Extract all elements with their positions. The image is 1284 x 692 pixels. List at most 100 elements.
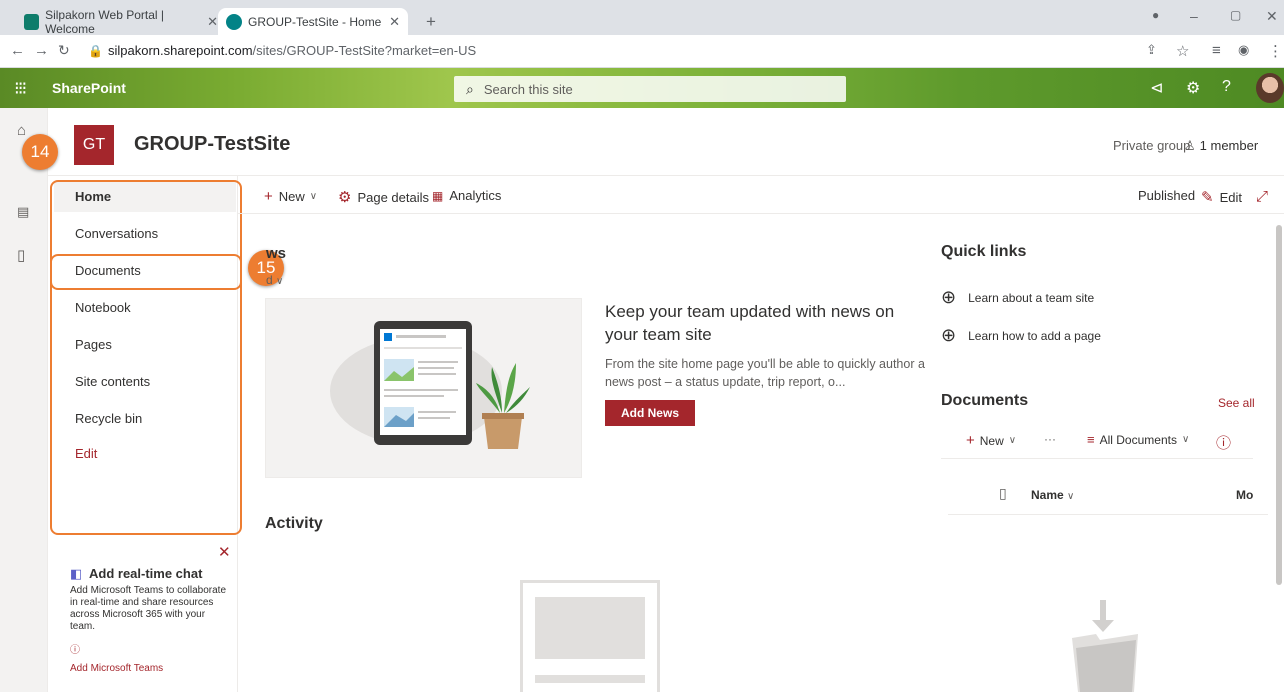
chevron-down-icon: ∨ <box>1181 434 1190 445</box>
news-sub-label: d <box>266 273 273 287</box>
reading-list-icon[interactable]: ≡ <box>1212 42 1221 59</box>
plus-icon: + <box>966 432 975 449</box>
browser-tab-portal[interactable]: Silpakorn Web Portal | Welcome ✕ <box>16 7 226 36</box>
members-button[interactable]: ♙ 1 member <box>1184 138 1258 154</box>
quick-link-team-site[interactable]: ⊕ Learn about a team site <box>941 287 1094 308</box>
profile-icon[interactable]: ● <box>1152 8 1159 22</box>
page-details-label: Page details <box>357 189 430 205</box>
url-path: /sites/GROUP-TestSite?market=en-US <box>252 43 477 58</box>
close-tab-icon[interactable]: ✕ <box>207 14 218 30</box>
view-label: All Documents <box>1099 432 1177 447</box>
scrollbar-thumb[interactable] <box>1276 225 1282 585</box>
url-field[interactable]: silpakorn.sharepoint.com/sites/GROUP-Tes… <box>108 43 476 58</box>
info-icon[interactable]: ⓘ <box>1216 432 1236 453</box>
site-title[interactable]: GROUP-TestSite <box>134 133 290 156</box>
help-icon[interactable]: ? <box>1222 78 1231 96</box>
megaphone-icon[interactable]: ⊲ <box>1150 78 1163 98</box>
teams-icon: ◧ <box>70 566 83 581</box>
back-icon[interactable]: ← <box>10 42 25 59</box>
close-window-icon[interactable]: ✕ <box>1266 8 1278 25</box>
highlight-box-nav <box>50 180 242 535</box>
news-description: From the site home page you'll be able t… <box>605 357 925 389</box>
bookmark-star-icon[interactable]: ☆ <box>1176 42 1189 60</box>
user-avatar[interactable] <box>1256 73 1284 103</box>
chevron-down-icon: ∨ <box>309 191 318 202</box>
forward-icon[interactable]: → <box>34 42 49 59</box>
suite-app-name[interactable]: SharePoint <box>52 80 126 96</box>
column-header-name[interactable]: Name ∨ <box>1031 488 1074 502</box>
docs-new-label: New <box>979 433 1004 448</box>
expand-icon[interactable]: ⤢ <box>1256 188 1274 205</box>
person-icon: ♙ <box>1184 138 1196 153</box>
search-icon: ⌕ <box>466 80 474 97</box>
url-host: silpakorn.sharepoint.com <box>108 43 253 58</box>
docs-new-button[interactable]: + New ∨ <box>966 432 1016 449</box>
view-selector[interactable]: ≡ All Documents ∨ <box>1087 432 1189 447</box>
chevron-down-icon: ∨ <box>276 276 284 287</box>
maximize-icon[interactable]: ▢ <box>1230 8 1241 22</box>
minimize-icon[interactable]: – <box>1190 8 1198 24</box>
search-input[interactable]: ⌕ Search this site <box>454 76 846 102</box>
chevron-down-icon: ∨ <box>1067 491 1075 502</box>
site-logo[interactable]: GT <box>74 125 114 165</box>
reload-icon[interactable]: ↻ <box>58 42 70 59</box>
more-options-button[interactable]: ··· <box>1044 432 1056 446</box>
portal-favicon-icon <box>24 13 40 30</box>
info-icon[interactable]: ⓘ <box>70 641 80 656</box>
docs-header-divider <box>948 514 1268 515</box>
globe-icon: ⊕ <box>941 325 957 345</box>
close-icon[interactable]: ✕ <box>218 543 231 561</box>
browser-tab-active[interactable]: GROUP-TestSite - Home ✕ <box>218 8 408 35</box>
quick-links-title: Quick links <box>941 243 1027 260</box>
gear-icon: ⚙ <box>338 189 352 206</box>
placeholder-bar <box>535 675 645 683</box>
empty-folder-illustration <box>1070 600 1140 692</box>
chevron-down-icon: ∨ <box>1008 435 1017 446</box>
expand-arrow-icon: ⤢ <box>1256 188 1269 205</box>
quick-link-add-page[interactable]: ⊕ Learn how to add a page <box>941 325 1101 346</box>
news-heading: Keep your team updated with news on your… <box>605 302 895 344</box>
lock-icon: 🔒 <box>88 44 103 58</box>
published-status: Published <box>1138 188 1196 203</box>
tab-title: Silpakorn Web Portal | Welcome <box>45 7 165 36</box>
privacy-label: Private group <box>1113 138 1191 153</box>
info-circle-icon: ⓘ <box>1216 435 1232 452</box>
page-details-button[interactable]: ⚙ Page details <box>338 188 429 206</box>
edit-label: Edit <box>1219 189 1242 205</box>
new-label: New <box>278 189 305 204</box>
tab-title: GROUP-TestSite - Home <box>248 14 382 29</box>
sharepoint-favicon-icon <box>226 13 242 30</box>
app-launcher-icon[interactable]: ⁝⁝⁝ <box>14 78 27 99</box>
account-icon[interactable]: ◉ <box>1238 42 1249 58</box>
analytics-label: Analytics <box>449 188 502 203</box>
search-placeholder: Search this site <box>483 81 573 97</box>
settings-gear-icon[interactable]: ⚙ <box>1186 78 1200 98</box>
browser-menu-icon[interactable]: ⋮ <box>1268 42 1283 60</box>
column-header-modified[interactable]: Mo <box>1236 488 1253 502</box>
file-icon[interactable]: ▯ <box>17 246 25 264</box>
share-icon[interactable]: ⇪ <box>1146 42 1157 58</box>
analytics-button[interactable]: ▦ Analytics <box>432 188 501 203</box>
documents-title: Documents <box>941 392 1029 409</box>
col-name-label: Name <box>1031 488 1064 502</box>
close-tab-icon[interactable]: ✕ <box>389 14 400 30</box>
scrollbar[interactable] <box>1276 215 1282 692</box>
add-teams-link[interactable]: Add Microsoft Teams <box>70 663 163 674</box>
home-icon[interactable]: ⌂ <box>17 122 26 139</box>
news-icon[interactable]: ▤ <box>17 204 29 220</box>
edit-page-button[interactable]: ✎ Edit <box>1201 188 1242 206</box>
new-button[interactable]: + New ∨ <box>264 188 317 205</box>
add-news-button[interactable]: Add News <box>605 400 695 426</box>
callout-badge-14: 14 <box>22 134 58 170</box>
docs-divider <box>941 458 1253 459</box>
see-all-link[interactable]: See all <box>1218 396 1255 410</box>
list-view-icon: ≡ <box>1087 432 1095 447</box>
placeholder-block <box>535 597 645 659</box>
news-illustration <box>265 298 582 478</box>
news-layout-dropdown[interactable]: d ∨ <box>266 273 283 287</box>
pencil-icon: ✎ <box>1201 189 1214 206</box>
command-bar-divider <box>238 213 1284 214</box>
new-tab-button[interactable]: + <box>426 12 436 32</box>
app-bar <box>0 108 48 692</box>
quick-link-label: Learn about a team site <box>968 290 1095 305</box>
